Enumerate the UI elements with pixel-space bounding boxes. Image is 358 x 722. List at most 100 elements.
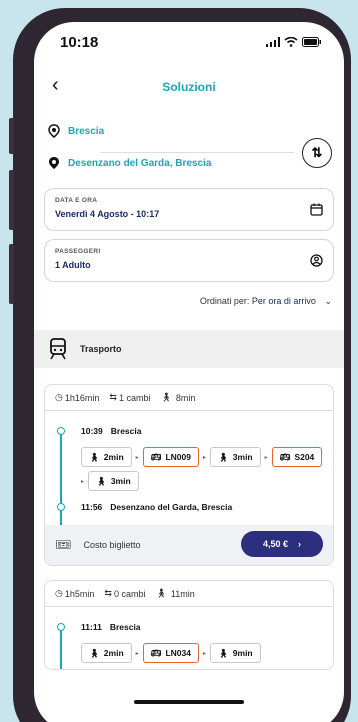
walk-leg: 🚶︎ 9min [209,643,261,663]
home-indicator[interactable] [134,700,244,704]
leg-arrow: ▸ [202,454,206,461]
departure-time: 11:11 [81,622,102,632]
route-divider [100,152,294,153]
date-time-value: Venerdì 4 Agosto - 10:17 [55,209,160,219]
app-header: ‹ Soluzioni [34,62,344,112]
page-title: Soluzioni [162,80,216,94]
destination-row[interactable]: Desenzano del Garda, Brescia [48,156,211,170]
date-time-label: DATA E ORA [55,197,98,204]
walk-icon: 🚶︎ [155,588,167,598]
location-pin-outline-icon [48,124,60,138]
solution-duration: 1h5min [64,588,95,599]
walk-leg: 🚶︎ 3min [209,447,261,467]
changes-icon: ⇆ [104,588,112,598]
bus-line: S204 [294,452,315,462]
phone-side-button [9,244,14,304]
walk-leg: 🚶︎ 3min [88,471,139,491]
origin-text: Brescia [68,125,105,137]
walk-leg-time: 2min [103,452,124,462]
arrival-place: Desenzano del Garda, Brescia [110,502,233,512]
date-time-field[interactable]: DATA E ORA Venerdì 4 Agosto - 10:17 [44,188,334,231]
bus-line: LN009 [165,452,191,462]
chevron-down-icon: ⌄ [324,296,332,306]
battery-icon [302,37,321,47]
walk-icon: 🚶︎ [160,392,172,402]
sort-label: Ordinati per: [199,296,250,306]
chevron-right-icon: › [298,539,302,549]
solution-itinerary: 11:11 Brescia 🚶︎ 2min ▸ 🚌︎ LN034 ▸ 🚶︎ 9min [45,607,333,669]
solution-walk: 8min [175,392,196,403]
cost-label: Costo biglietto [83,540,141,550]
location-pin-filled-icon [49,157,59,169]
bus-line: LN034 [165,648,191,658]
swap-arrows-icon: ⇅ [311,145,323,160]
departure-place: Brescia [110,426,142,436]
walk-leg: 🚶︎ 2min [81,643,132,663]
train-icon [50,338,66,360]
legs-row: 🚶︎ 2min ▸ 🚌︎ LN034 ▸ 🚶︎ 9min [81,643,323,663]
bus-leg: 🚌︎ S204 [271,447,323,467]
bus-leg: 🚌︎ LN009 [142,447,199,467]
walk-icon: 🚶︎ [96,475,107,486]
bus-icon: 🚌︎ [150,647,162,658]
walk-leg-time: 3min [110,476,131,486]
departure-stop: 11:11 Brescia [57,617,323,637]
solution-walk: 11min [170,588,195,599]
leg-arrow: ▸ [264,454,268,461]
solution-summary: ◷ 1h5min ⇆ 0 cambi 🚶︎ 11min [45,581,333,607]
arrival-stop: 11:56 Desenzano del Garda, Brescia [57,497,323,517]
sort-control[interactable]: Ordinati per: Per ora di arrivo ⌄ [34,282,344,322]
walk-leg-time: 3min [232,452,253,462]
leg-arrow: ▸ [202,650,206,657]
solution-changes: 0 cambi [113,588,146,599]
phone-side-button [9,118,14,154]
solution-card[interactable]: ◷ 1h16min ⇆ 1 cambi 🚶︎ 8min 10:39 Brescia 🚶… [44,384,334,566]
passengers-label: PASSEGGERI [55,248,101,255]
walk-leg-time: 9min [232,648,253,658]
calendar-icon [310,203,323,216]
solution-changes: 1 cambi [118,392,151,403]
solution-itinerary: 10:39 Brescia 🚶︎ 2min ▸ 🚌︎ LN009 ▸ 🚶︎ 3min … [45,411,333,525]
user-circle-icon [310,254,323,267]
leg-arrow: ▸ [135,650,139,657]
arrival-dot [57,503,65,511]
status-bar: 10:18 [34,22,344,62]
itinerary-line [60,625,62,669]
price-value: 4,50 € [262,539,289,549]
price-button[interactable]: 4,50 € › [241,531,323,557]
destination-text: Desenzano del Garda, Brescia [68,157,212,169]
walk-icon: 🚶︎ [89,647,100,658]
swap-route-button[interactable]: ⇅ [302,138,332,168]
bus-icon: 🚌︎ [279,451,291,462]
clock-icon: ◷ [55,392,63,402]
app-screen: 10:18 ‹ Soluzioni Brescia Desenzano del … [34,22,344,722]
signal-icon [266,37,280,47]
status-icons [266,37,322,47]
arrival-time: 11:56 [81,502,103,512]
ticket-icon: 🎟︎ [55,537,72,552]
departure-dot [57,623,65,631]
bus-icon: 🚌︎ [150,451,162,462]
walk-icon: 🚶︎ [217,451,229,462]
solution-summary: ◷ 1h16min ⇆ 1 cambi 🚶︎ 8min [45,385,333,411]
passengers-field[interactable]: PASSEGGERI 1 Adulto [44,239,334,282]
clock-icon: ◷ [55,588,63,598]
solution-duration: 1h16min [64,392,100,403]
sort-value: Per ora di arrivo [251,296,316,306]
leg-arrow: ▸ [135,454,139,461]
departure-stop: 10:39 Brescia [57,421,323,441]
route-selector: Brescia Desenzano del Garda, Brescia ⇅ [34,120,344,182]
legs-row: 🚶︎ 2min ▸ 🚌︎ LN009 ▸ 🚶︎ 3min ▸ 🚌︎ S204 ▸ 🚶︎ 3… [81,447,323,491]
solution-card[interactable]: ◷ 1h5min ⇆ 0 cambi 🚶︎ 11min 11:11 Brescia 🚶… [44,580,334,670]
origin-row[interactable]: Brescia [48,124,104,138]
walk-icon: 🚶︎ [89,451,100,462]
ticket-cost-row: 🎟︎ Costo biglietto 4,50 € › [45,525,333,565]
section-title: Trasporto [80,344,122,354]
transport-section-header: Trasporto [34,330,344,368]
bus-leg: 🚌︎ LN034 [142,643,199,663]
phone-side-button [9,170,14,230]
back-icon[interactable]: ‹ [52,74,59,97]
leg-arrow: ▸ [81,478,85,485]
status-time: 10:18 [60,33,99,51]
walk-icon: 🚶︎ [217,647,229,658]
